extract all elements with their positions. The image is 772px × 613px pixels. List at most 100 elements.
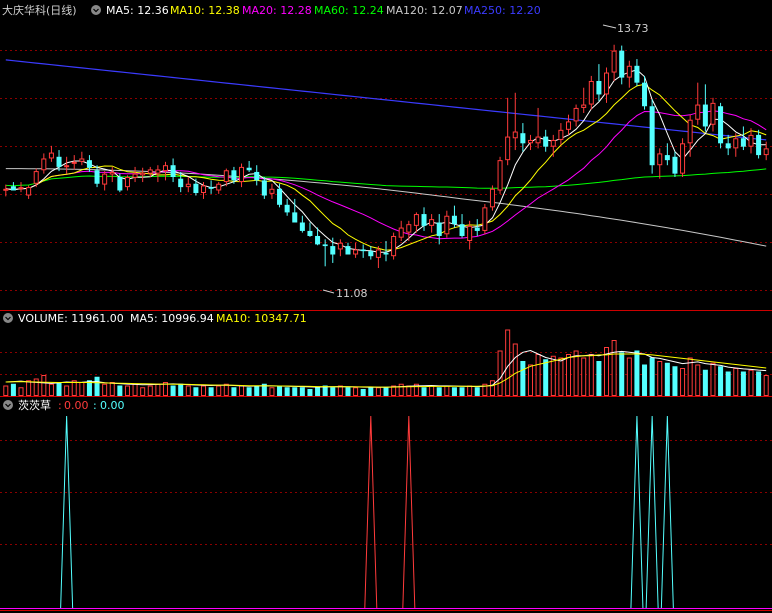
volume-bar [550,355,556,396]
candle-body [140,172,146,176]
candle-body [763,148,769,156]
volume-bar [565,354,572,396]
candle-body [611,50,617,73]
candle-body [535,136,541,144]
ma5-label: MA5: 12.36 [106,4,169,17]
collapse-toggle-volume[interactable] [3,313,13,323]
volume-bar [451,387,457,396]
volume-bar [147,385,153,396]
volume-bar [505,329,511,396]
volume-bar [725,371,731,396]
volume-bar [489,380,495,396]
candle-body [444,215,450,235]
candles [3,44,769,268]
indicator-cyan-peak [630,415,644,609]
indicator-peaks [0,415,772,609]
volume-bar [687,357,693,396]
volume-bar [406,385,412,396]
candle-body [398,227,404,238]
candle-body [573,107,579,122]
candle-body [330,246,336,255]
volume-bar [71,380,77,396]
candle-body [436,222,442,236]
candle-body [383,252,389,255]
candle-body [550,139,556,147]
candle-body [185,183,191,188]
candle-body [702,104,708,127]
volume-ma10-label: MA10: 10347.71 [216,312,307,325]
volume-bar [178,383,184,396]
volume-bar [26,380,32,396]
candle-body [725,143,731,149]
volume-bar [718,366,724,396]
volume-bar [702,369,708,396]
grid-lines [0,50,772,545]
candle-body [3,188,9,191]
candle-body [520,133,526,144]
volume-bar [512,343,518,396]
candle-body [581,104,587,108]
collapse-toggle-indicator[interactable] [3,400,13,410]
candle-body [322,244,328,247]
volume-bar [200,385,207,396]
candle-body [672,156,678,174]
volume-bar [48,383,54,396]
candle-body [565,121,572,130]
candle-body [56,156,62,167]
high-annotation: 13.73 [602,22,649,35]
candle-body [277,188,283,205]
candle-body [26,187,32,196]
candle-body [634,65,640,83]
candle-body [360,249,366,252]
volume-bar [193,387,199,396]
candle-body [657,153,663,166]
volume-bar [642,364,648,396]
candle-body [756,134,762,156]
volume-bar [246,387,252,396]
candle-body [269,188,275,194]
candle-body [604,72,610,95]
volume-bar [763,375,769,396]
candle-body [10,186,16,191]
candle-body [124,177,130,188]
candle-body [284,204,290,213]
candle-body [748,134,754,147]
candle-body [710,102,716,125]
candle-body [162,165,168,172]
volume-bar [398,383,404,396]
candle-body [505,136,511,161]
volume-bar [748,369,754,396]
ma250-label: MA250: 12.20 [464,4,541,17]
chevron-down-icon[interactable] [3,400,13,410]
candle-body [718,106,724,144]
ma60-label: MA60: 12.24 [314,4,384,17]
candle-body [733,138,739,149]
candle-body [596,80,602,95]
volume-bar [375,387,381,396]
volume-bar [543,359,549,396]
volume-bar [626,357,632,396]
ma10-label: MA10: 12.38 [170,4,240,17]
high-label: 13.73 [617,22,649,35]
chevron-down-icon[interactable] [91,5,101,15]
candle-body [459,224,465,236]
volume-bar [284,387,290,396]
volume-bar [170,385,176,396]
volume-bar [535,354,541,396]
volume-bar [527,364,533,396]
volume-bar [124,385,130,396]
volume-bar [231,387,237,396]
candle-body [375,249,381,258]
candle-body [94,170,100,184]
volume-bar [117,385,123,396]
chart-canvas: 大庆华科(日线) MA5: 12.36 MA10: 12.38 MA20: 12… [0,3,772,611]
chevron-down-icon[interactable] [3,313,13,323]
collapse-toggle-price[interactable] [91,5,101,15]
candle-body [208,187,214,189]
volume-bar [292,387,298,396]
candle-body [178,178,184,188]
candle-body [292,212,298,223]
candle-body [482,207,488,231]
candle-body [497,160,503,191]
volume-bar [573,350,579,396]
